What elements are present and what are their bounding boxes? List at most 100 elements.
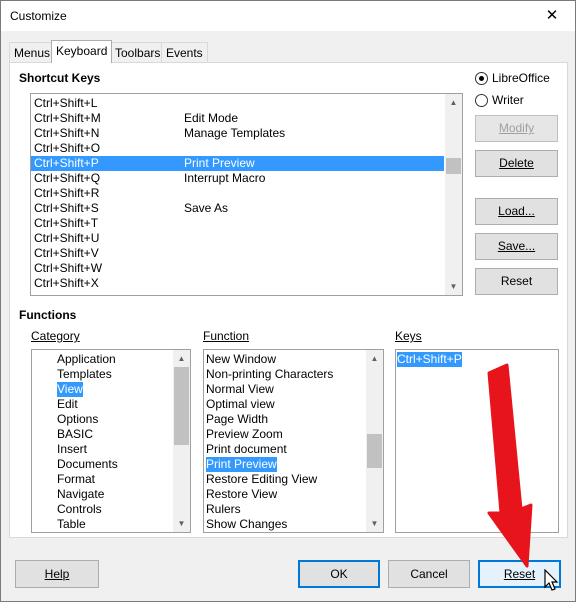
- shortcut-key: Ctrl+Shift+T: [34, 216, 99, 230]
- function-label: Non-printing Characters: [206, 367, 334, 381]
- category-row[interactable]: Edit: [32, 397, 173, 412]
- shortcut-row[interactable]: Ctrl+Shift+V: [31, 246, 444, 261]
- function-label: Normal View: [206, 382, 274, 396]
- ok-button[interactable]: OK: [298, 560, 380, 588]
- scroll-up-icon[interactable]: ▲: [173, 350, 190, 367]
- function-row[interactable]: Non-printing Characters: [204, 367, 366, 382]
- function-list-scrollbar[interactable]: ▲ ▼: [366, 350, 383, 532]
- category-label: Navigate: [57, 487, 105, 501]
- scroll-up-icon[interactable]: ▲: [445, 94, 462, 111]
- category-label: Format: [57, 472, 96, 486]
- function-row[interactable]: Show Changes: [204, 517, 366, 532]
- modify-button[interactable]: Modify: [475, 115, 558, 142]
- function-row[interactable]: Restore View: [204, 487, 366, 502]
- save-button[interactable]: Save...: [475, 233, 558, 260]
- function-label: Preview Zoom: [206, 427, 283, 441]
- load-button[interactable]: Load...: [475, 198, 558, 225]
- shortcut-row[interactable]: Ctrl+Shift+S Save As: [31, 201, 444, 216]
- shortcut-command: Interrupt Macro: [184, 171, 266, 185]
- shortcut-reset-button[interactable]: Reset: [475, 268, 558, 295]
- category-label-text: Category: [31, 329, 80, 343]
- function-label: Rulers: [206, 502, 241, 516]
- function-row[interactable]: Print document: [204, 442, 366, 457]
- category-row[interactable]: View: [32, 382, 173, 397]
- category-label: Category: [31, 329, 80, 343]
- shortcut-row[interactable]: Ctrl+Shift+P Print Preview: [31, 156, 444, 171]
- function-row[interactable]: New Window: [204, 352, 366, 367]
- category-row[interactable]: Application: [32, 352, 173, 367]
- function-row[interactable]: Optimal view: [204, 397, 366, 412]
- scroll-down-icon[interactable]: ▼: [366, 515, 383, 532]
- shortcut-key: Ctrl+Shift+R: [34, 186, 100, 200]
- delete-button-label: Delete: [499, 156, 534, 170]
- shortcut-row[interactable]: Ctrl+Shift+W: [31, 261, 444, 276]
- shortcut-row[interactable]: Ctrl+Shift+X: [31, 276, 444, 291]
- shortcut-row[interactable]: Ctrl+Shift+Q Interrupt Macro: [31, 171, 444, 186]
- tab-toolbars[interactable]: Toolbars: [110, 42, 166, 63]
- shortcut-key: Ctrl+Shift+W: [34, 261, 103, 275]
- tab-keyboard[interactable]: Keyboard: [51, 40, 113, 63]
- category-label: Documents: [57, 457, 118, 471]
- scroll-up-icon[interactable]: ▲: [366, 350, 383, 367]
- radio-checked-icon[interactable]: [475, 72, 488, 85]
- function-label: Print document: [206, 442, 287, 456]
- scroll-thumb[interactable]: [174, 367, 189, 445]
- close-icon[interactable]: ✕: [529, 1, 575, 31]
- category-row[interactable]: Format: [32, 472, 173, 487]
- shortcut-row[interactable]: Ctrl+Shift+N Manage Templates: [31, 126, 444, 141]
- shortcut-row[interactable]: Ctrl+Shift+M Edit Mode: [31, 111, 444, 126]
- shortcut-keys-list[interactable]: Ctrl+Shift+L Ctrl+Shift+M Edit Mode Ctrl+Sh…: [30, 93, 463, 296]
- category-label: View: [57, 382, 83, 397]
- category-label: Templates: [57, 367, 112, 381]
- cancel-button[interactable]: Cancel: [388, 560, 470, 588]
- keys-label: Ctrl+Shift+P: [397, 352, 462, 367]
- shortcut-command: Manage Templates: [184, 126, 286, 140]
- radio-unchecked-icon[interactable]: [475, 94, 488, 107]
- category-row[interactable]: Options: [32, 412, 173, 427]
- function-label-text: Function: [203, 329, 250, 343]
- shortcut-row[interactable]: Ctrl+Shift+T: [31, 216, 444, 231]
- function-row[interactable]: Normal View: [204, 382, 366, 397]
- scroll-down-icon[interactable]: ▼: [173, 515, 190, 532]
- category-row[interactable]: Controls: [32, 502, 173, 517]
- shortcut-row[interactable]: Ctrl+Shift+U: [31, 231, 444, 246]
- category-row[interactable]: BASIC: [32, 427, 173, 442]
- shortcut-list-scrollbar[interactable]: ▲ ▼: [445, 94, 462, 295]
- function-label: Print Preview: [206, 457, 277, 472]
- function-row[interactable]: Print Preview: [204, 457, 366, 472]
- shortcut-row[interactable]: Ctrl+Shift+R: [31, 186, 444, 201]
- shortcut-row[interactable]: Ctrl+Shift+L: [31, 96, 444, 111]
- category-row[interactable]: Table: [32, 517, 173, 532]
- function-row[interactable]: Restore Editing View: [204, 472, 366, 487]
- scope-libreoffice-label: LibreOffice: [492, 71, 550, 85]
- scroll-down-icon[interactable]: ▼: [445, 278, 462, 295]
- modify-button-label: Modify: [498, 121, 535, 135]
- category-label: Options: [57, 412, 99, 426]
- function-label: New Window: [206, 352, 277, 366]
- scroll-thumb[interactable]: [367, 434, 382, 468]
- category-list[interactable]: Application Templates View Edit Options BASIC…: [31, 349, 191, 533]
- delete-button[interactable]: Delete: [475, 150, 558, 177]
- function-row[interactable]: Preview Zoom: [204, 427, 366, 442]
- category-row[interactable]: Templates: [32, 367, 173, 382]
- category-list-scrollbar[interactable]: ▲ ▼: [173, 350, 190, 532]
- category-row[interactable]: Navigate: [32, 487, 173, 502]
- shortcut-key: Ctrl+Shift+P: [34, 156, 99, 170]
- function-list[interactable]: New Window Non-printing Characters Normal …: [203, 349, 384, 533]
- function-row[interactable]: Rulers: [204, 502, 366, 517]
- function-row[interactable]: Page Width: [204, 412, 366, 427]
- customize-dialog: Customize ✕ Menus Keyboard Toolbars Even…: [0, 0, 576, 602]
- scroll-thumb[interactable]: [446, 158, 461, 174]
- function-label: Page Width: [206, 412, 269, 426]
- function-label: Optimal view: [206, 397, 275, 411]
- tab-events[interactable]: Events: [161, 42, 208, 63]
- shortcut-keys-heading: Shortcut Keys: [19, 71, 101, 85]
- help-button[interactable]: Help: [15, 560, 99, 588]
- shortcut-row[interactable]: Ctrl+Shift+O: [31, 141, 444, 156]
- shortcut-reset-button-label: Reset: [500, 274, 533, 288]
- category-row[interactable]: Insert: [32, 442, 173, 457]
- category-row[interactable]: Documents: [32, 457, 173, 472]
- shortcut-key: Ctrl+Shift+X: [34, 276, 99, 290]
- tab-menus[interactable]: Menus: [9, 42, 56, 63]
- ok-button-label: OK: [330, 567, 348, 581]
